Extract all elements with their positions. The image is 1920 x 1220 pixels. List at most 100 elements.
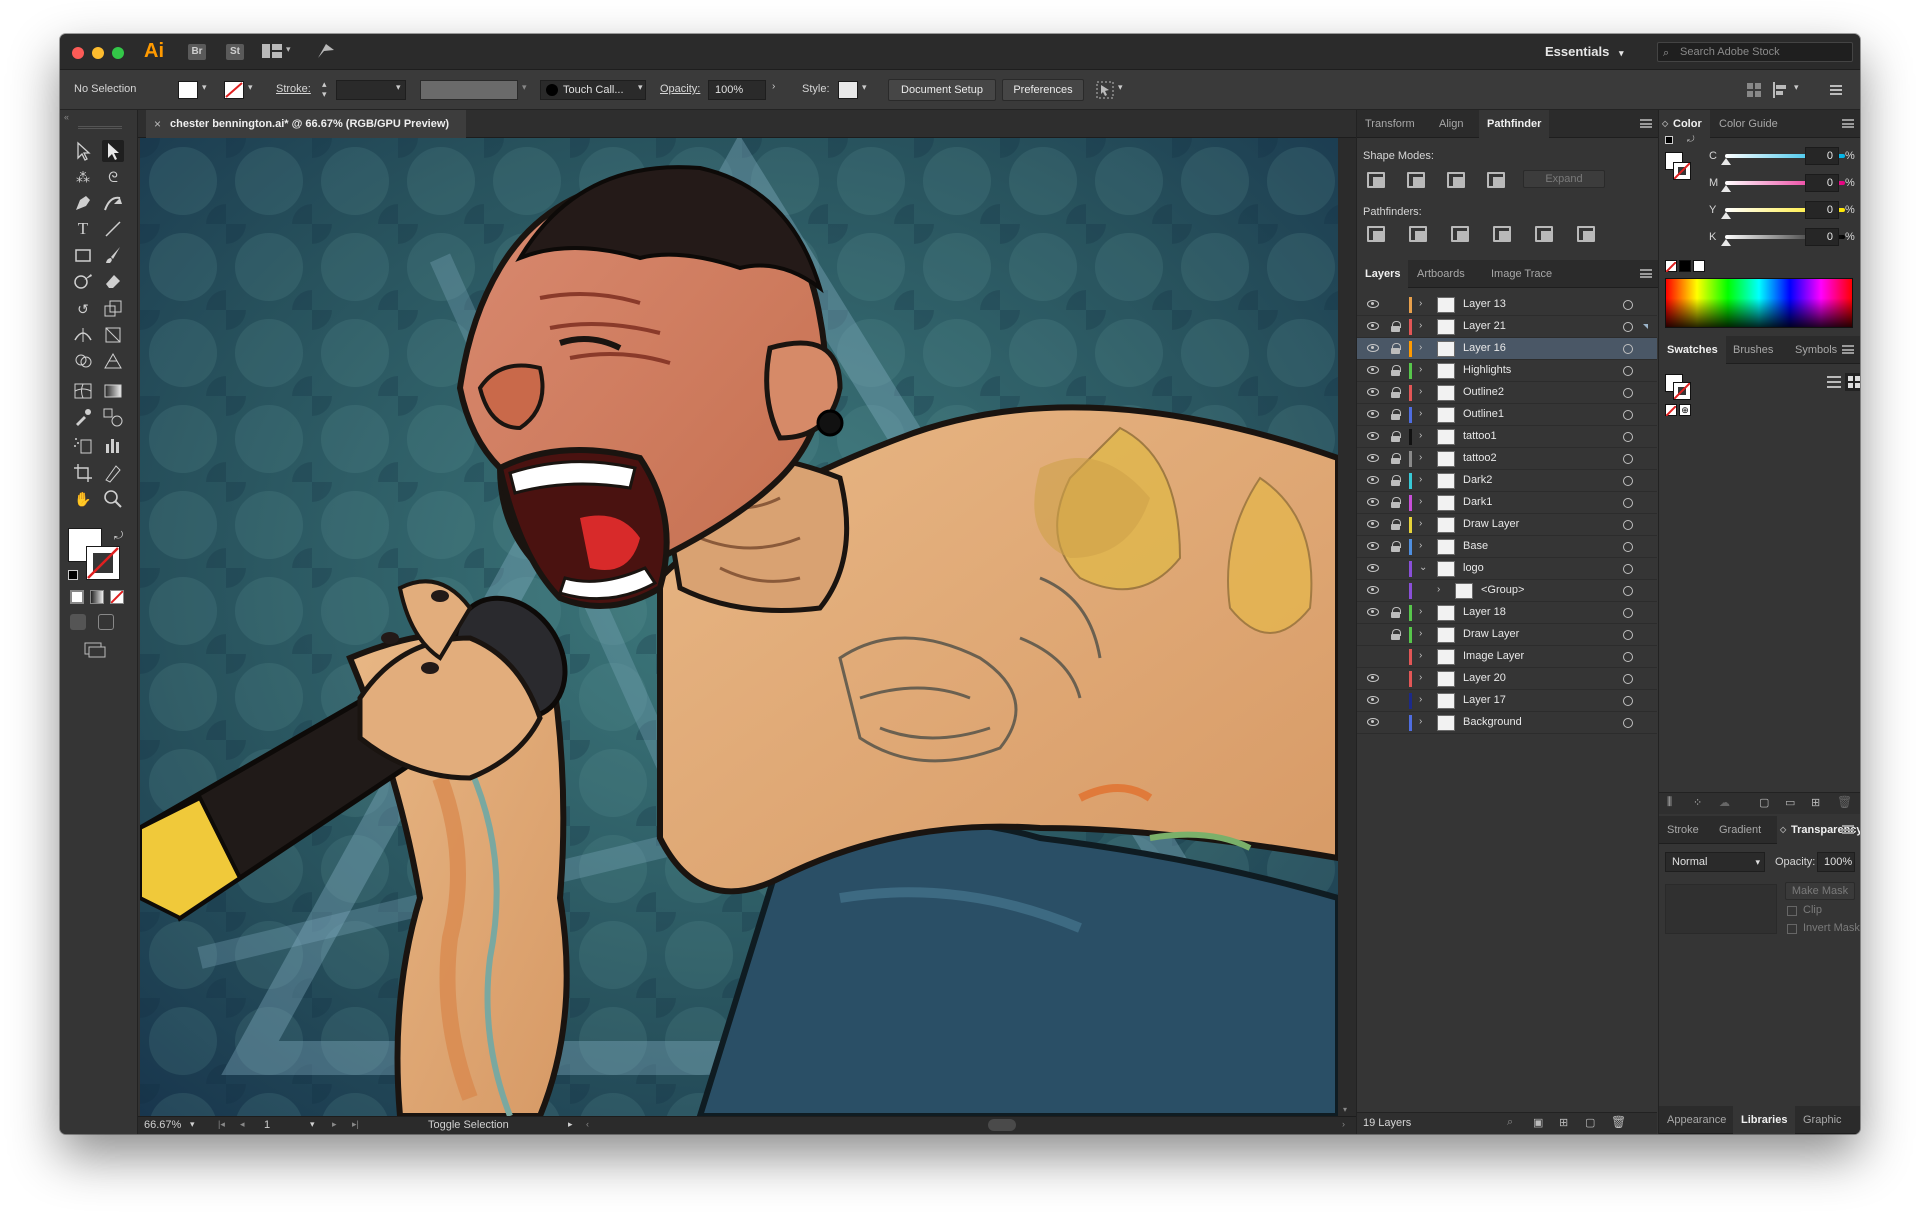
document-tab[interactable]: × chester bennington.ai* @ 66.67% (RGB/G… (146, 110, 466, 138)
align-icon[interactable] (1772, 82, 1792, 98)
layer-target-icon[interactable] (1623, 300, 1633, 310)
layer-target-icon[interactable] (1623, 432, 1633, 442)
layer-target-icon[interactable] (1623, 608, 1633, 618)
layer-name[interactable]: Layer 18 (1463, 606, 1506, 618)
layer-name[interactable]: Highlights (1463, 364, 1511, 376)
layer-name[interactable]: Layer 16 (1463, 342, 1506, 354)
tab-layers[interactable]: Layers (1357, 260, 1409, 288)
chevron-right-icon[interactable]: › (1419, 628, 1422, 639)
white-color-chip[interactable] (1693, 260, 1705, 272)
gradient-mode-button[interactable] (90, 590, 104, 604)
tab-appearance[interactable]: Appearance (1659, 1106, 1734, 1134)
visibility-eye-icon[interactable] (1367, 344, 1379, 352)
visibility-eye-icon[interactable] (1367, 476, 1379, 484)
visibility-eye-icon[interactable] (1367, 300, 1379, 308)
layer-name[interactable]: Dark1 (1463, 496, 1492, 508)
tab-image-trace[interactable]: Image Trace (1483, 260, 1560, 288)
layer-name[interactable]: Layer 20 (1463, 672, 1506, 684)
visibility-eye-icon[interactable] (1367, 322, 1379, 330)
layer-target-icon[interactable] (1623, 674, 1633, 684)
exclude-icon[interactable] (1487, 172, 1505, 188)
lock-icon[interactable] (1391, 629, 1401, 640)
layer-name[interactable]: Outline1 (1463, 408, 1504, 420)
stroke-swatch[interactable] (224, 81, 244, 99)
trim-icon[interactable] (1409, 226, 1427, 242)
arrange-documents-icon[interactable] (262, 44, 282, 58)
layer-row[interactable]: › Background (1357, 712, 1657, 734)
artboard-canvas[interactable] (140, 138, 1338, 1116)
zoom-level[interactable]: 66.67% (144, 1119, 181, 1131)
cloud-sync-icon[interactable]: ☁ (1719, 796, 1730, 809)
layer-target-icon[interactable] (1623, 388, 1633, 398)
tab-gradient[interactable]: Gradient (1711, 816, 1769, 844)
layer-row[interactable]: › tattoo2 (1357, 448, 1657, 470)
list-view-icon[interactable] (1827, 376, 1841, 388)
next-artboard-icon[interactable]: ▸ (332, 1119, 337, 1130)
paintbrush-tool-icon[interactable] (102, 244, 124, 266)
visibility-eye-icon[interactable] (1367, 718, 1379, 726)
blend-mode-dropdown[interactable]: Normal ▾ (1665, 852, 1765, 872)
invert-mask-checkbox[interactable] (1787, 924, 1797, 934)
color-swap-icon[interactable]: ⤾ (1687, 134, 1695, 145)
variable-width-profile[interactable] (420, 80, 518, 100)
swatch-options-icon[interactable]: ▢ (1759, 796, 1769, 809)
mesh-tool-icon[interactable] (72, 380, 94, 402)
visibility-eye-icon[interactable] (1367, 410, 1379, 418)
transform-icon[interactable] (1746, 82, 1762, 98)
outline-icon[interactable] (1535, 226, 1553, 242)
layer-target-icon[interactable] (1623, 696, 1633, 706)
slider-thumb[interactable] (1721, 185, 1731, 192)
chevron-right-icon[interactable]: › (1419, 474, 1422, 485)
minus-back-icon[interactable] (1577, 226, 1595, 242)
zoom-tool-icon[interactable] (102, 488, 124, 510)
lock-icon[interactable] (1391, 497, 1401, 508)
type-tool-icon[interactable]: T (72, 218, 94, 240)
panel-grip[interactable] (78, 126, 122, 129)
lock-icon[interactable] (1387, 583, 1403, 599)
chevron-right-icon[interactable]: › (1419, 606, 1422, 617)
fill-swatch[interactable] (178, 81, 198, 99)
swatch-stroke-preview[interactable] (1673, 382, 1691, 400)
crop-icon[interactable] (1493, 226, 1511, 242)
stock-search-input[interactable]: ⌕ Search Adobe Stock (1657, 42, 1853, 62)
lock-icon[interactable] (1391, 541, 1401, 552)
swatch-libraries-icon[interactable]: ⫼ (1667, 796, 1672, 809)
chevron-right-icon[interactable]: › (1419, 540, 1422, 551)
chevron-right-icon[interactable]: › (1419, 298, 1422, 309)
quick-actions-icon[interactable] (1096, 81, 1114, 99)
layer-name[interactable]: Layer 13 (1463, 298, 1506, 310)
new-swatch-icon[interactable]: ⊞ (1811, 796, 1820, 809)
black-color-chip[interactable] (1679, 260, 1691, 272)
previous-artboard-icon[interactable]: ◂ (240, 1119, 245, 1130)
magic-wand-tool-icon[interactable]: ⁂ (72, 166, 94, 188)
chevron-down-icon[interactable]: ▾ (522, 82, 527, 93)
chevron-down-icon[interactable]: ▾ (248, 82, 253, 93)
none-swatch[interactable] (1665, 404, 1677, 417)
opacity-input[interactable]: 100% (708, 80, 766, 100)
tab-pathfinder[interactable]: Pathfinder (1479, 110, 1550, 138)
screen-mode-icon[interactable] (84, 642, 106, 658)
create-sublayer-icon[interactable]: ⊞ (1559, 1116, 1568, 1129)
gradient-tool-icon[interactable] (102, 380, 124, 402)
visibility-eye-icon[interactable] (1367, 542, 1379, 550)
layer-target-icon[interactable] (1623, 652, 1633, 662)
layer-row[interactable]: › Layer 16 (1357, 338, 1657, 360)
layer-target-icon[interactable] (1623, 476, 1633, 486)
layer-name[interactable]: Layer 17 (1463, 694, 1506, 706)
chevron-down-icon[interactable]: ▾ (190, 1119, 195, 1130)
selection-tool-icon[interactable] (72, 140, 94, 162)
visibility-eye-icon[interactable] (1367, 388, 1379, 396)
visibility-eye-icon[interactable] (1363, 627, 1383, 643)
chevron-right-icon[interactable]: › (1419, 408, 1422, 419)
chevron-down-icon[interactable]: ▾ (1118, 82, 1123, 93)
workspace-switcher[interactable]: Essentials ▾ (1545, 44, 1623, 59)
layer-name[interactable]: Outline2 (1463, 386, 1504, 398)
chevron-down-icon[interactable]: ▾ (396, 82, 401, 93)
line-segment-tool-icon[interactable] (102, 218, 124, 240)
chevron-right-icon[interactable]: › (1419, 342, 1422, 353)
tab-color[interactable]: ◇ Color (1659, 110, 1710, 138)
lock-icon[interactable] (1391, 365, 1401, 376)
panel-menu-icon[interactable] (1842, 119, 1854, 128)
curvature-tool-icon[interactable] (102, 192, 124, 214)
layer-target-icon[interactable] (1623, 564, 1633, 574)
